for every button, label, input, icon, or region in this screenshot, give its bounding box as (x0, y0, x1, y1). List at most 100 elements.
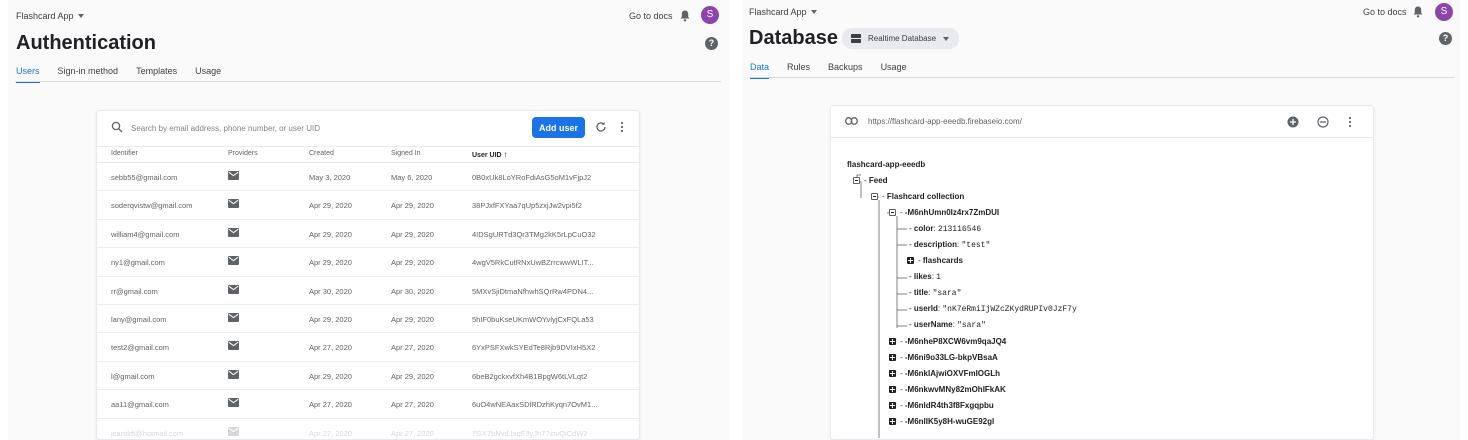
tree-field-flashcards[interactable]: - flashcards (918, 256, 963, 265)
refresh-icon[interactable] (595, 121, 607, 133)
tab-data[interactable]: Data (750, 62, 770, 79)
tree-node-root[interactable]: flashcard-app-eeedb (847, 160, 925, 169)
help-icon[interactable]: ? (1439, 32, 1452, 45)
go-to-docs-link[interactable]: Go to docs (1363, 7, 1407, 17)
collapse-toggle-icon[interactable] (871, 193, 878, 200)
column-user-uid[interactable]: User UID ↑ (472, 150, 508, 159)
row-uid: 6beB2gckxvfXh4B1BpgW6tLVLqt2 (472, 371, 588, 381)
tree-node-expanded-key[interactable]: - -M6nhUmn0Iz4rx7ZmDUI (900, 208, 999, 217)
expand-toggle-icon[interactable] (889, 354, 896, 361)
tree-field-title[interactable]: - title: "sara" (909, 288, 961, 298)
tab-usage[interactable]: Usage (881, 62, 907, 78)
tab-users[interactable]: Users (16, 66, 40, 83)
tree-node-key-label: -M6nlIK5y8H-wuGE92gl (904, 417, 995, 426)
tree-field-color[interactable]: - color: 213116546 (909, 224, 981, 234)
row-uid: 5hIF0buKseUKmWOYvlyjCxFQLa53 (472, 314, 594, 324)
field-value: 213116546 (937, 225, 982, 234)
tree-node-collection[interactable]: - Flashcard collection (882, 192, 964, 201)
database-url: https://flashcard-app-eeedb.firebaseio.c… (868, 117, 1022, 126)
tree-field-description[interactable]: - description: "test" (909, 240, 990, 250)
tab-rules[interactable]: Rules (787, 62, 810, 78)
tree-node-collapsed-key[interactable]: - -M6nlIK5y8H-wuGE92gl (900, 417, 994, 426)
tree-field-likes[interactable]: - likes: 1 (909, 272, 941, 282)
row-uid: 7GX7bNvd.IxqF3yJh7?ztvQiCdW2 (472, 428, 588, 438)
link-icon (845, 117, 858, 125)
page-title: Database (749, 27, 838, 49)
table-row[interactable]: lany@gmail.com Apr 29, 2020 Apr 29, 2020… (97, 305, 639, 334)
project-name: Flashcard App (16, 11, 74, 21)
column-identifier[interactable]: Identifier (111, 150, 138, 157)
column-created[interactable]: Created (309, 150, 334, 157)
row-signed-in: Apr 29, 2020 (391, 201, 434, 211)
row-signed-in: Apr 29, 2020 (391, 258, 434, 268)
add-user-button[interactable]: Add user (532, 117, 585, 138)
tab-usage[interactable]: Usage (195, 66, 221, 82)
collapse-toggle-icon[interactable] (889, 209, 896, 216)
expand-toggle-icon[interactable] (889, 418, 896, 425)
avatar[interactable]: S (1435, 3, 1453, 21)
table-row[interactable]: test2@gmail.com Apr 27, 2020 Apr 27, 202… (97, 333, 639, 362)
column-signed-in[interactable]: Signed In (391, 150, 421, 157)
tree-node-collapsed-key[interactable]: - -M6ni9o33LG-bkpVBsaA (900, 353, 998, 362)
table-row[interactable]: sebb55@gmail.com May 3, 2020 May 6, 2020… (97, 163, 639, 192)
table-row[interactable]: soderqvistw@gmail.com Apr 29, 2020 Apr 2… (97, 191, 639, 220)
tree-field-userid[interactable]: - userId: "nK7eRmiIjWZcZKydRUPIv0JzF7y (909, 304, 1077, 314)
avatar[interactable]: S (701, 6, 719, 24)
sort-arrow-up-icon: ↑ (503, 150, 508, 159)
field-key: userName (913, 320, 953, 329)
tree-node-collection-label: Flashcard collection (886, 192, 965, 201)
add-circle-icon[interactable] (1287, 116, 1299, 128)
row-uid: 38PJxfFXYaa7qUp5zxjJw2vpi5f2 (472, 201, 582, 211)
tree-node-collapsed-key[interactable]: - -M6nldR4th3f8Fxgqpbu (900, 401, 994, 410)
tree-field-username[interactable]: - userName: "sara" (909, 320, 986, 330)
go-to-docs-link[interactable]: Go to docs (629, 11, 673, 21)
email-provider-icon (228, 341, 239, 351)
tree-node-collapsed-key[interactable]: - -M6nheP8XCW6vm9qaJQ4 (900, 337, 1006, 346)
row-identifier: lany@gmail.com (111, 314, 167, 324)
tree-node-collapsed-key[interactable]: - -M6nkIAjwiOXVFmIOGLh (900, 369, 1000, 378)
bell-icon[interactable] (680, 10, 690, 22)
expand-toggle-icon[interactable] (907, 257, 914, 264)
table-row[interactable]: ny1@gmail.com Apr 29, 2020 Apr 29, 2020 … (97, 248, 639, 277)
project-selector[interactable]: Flashcard App (749, 7, 817, 17)
field-key: title (913, 288, 929, 297)
table-row[interactable]: aa11@gmail.com Apr 27, 2020 Apr 27, 2020… (97, 390, 639, 419)
field-value: "sara" (957, 321, 986, 330)
project-name: Flashcard App (749, 7, 807, 17)
expand-toggle-icon[interactable] (889, 338, 896, 345)
tab-sign-in-method[interactable]: Sign-in method (58, 66, 119, 82)
collapse-toggle-icon[interactable] (853, 177, 860, 184)
field-key: color (913, 224, 934, 233)
field-value: "test" (961, 241, 991, 250)
tree-node-collapsed-key[interactable]: - -M6nkwvMNy82mOhIFkAK (900, 385, 1006, 394)
row-created: Apr 29, 2020 (309, 314, 352, 324)
row-created: Apr 29, 2020 (309, 258, 352, 268)
table-row[interactable]: william4@gmail.com Apr 29, 2020 Apr 29, … (97, 220, 639, 249)
row-created: Apr 29, 2020 (309, 201, 352, 211)
help-icon[interactable]: ? (705, 37, 718, 50)
table-row[interactable]: rr@gmail.com Apr 30, 2020 Apr 30, 2020 5… (97, 277, 639, 305)
tab-backups[interactable]: Backups (828, 62, 863, 78)
row-created: Apr 27, 2020 (309, 428, 352, 438)
row-created: May 3, 2020 (309, 173, 351, 182)
expand-toggle-icon[interactable] (889, 402, 896, 409)
search-input[interactable] (131, 121, 511, 135)
table-row[interactable]: l@gmail.com Apr 29, 2020 Apr 29, 2020 6b… (97, 362, 639, 391)
more-vert-icon[interactable] (619, 121, 625, 133)
tab-templates[interactable]: Templates (136, 66, 177, 82)
database-selector[interactable]: Realtime Database (842, 28, 959, 49)
more-vert-icon[interactable] (1347, 116, 1353, 128)
row-uid: 4wgV5RkCutRNxUwBZrrcwwWLIT... (472, 258, 594, 268)
row-created: Apr 27, 2020 (309, 343, 352, 353)
tree-node-key-label: -M6nldR4th3f8Fxgqpbu (904, 401, 994, 410)
expand-toggle-icon[interactable] (889, 386, 896, 393)
database-tree: flashcard-app-eeedb - Feed - Flashcard c… (831, 138, 1373, 439)
tab-bar: Users Sign-in method Templates Usage (16, 66, 239, 83)
tree-node-feed[interactable]: - Feed (864, 176, 888, 185)
bell-icon[interactable] (1413, 6, 1423, 18)
project-selector[interactable]: Flashcard App (16, 11, 84, 21)
remove-circle-icon[interactable] (1317, 116, 1329, 128)
expand-toggle-icon[interactable] (889, 370, 896, 377)
table-row[interactable]: jcaroldt@hotmail.com Apr 27, 2020 Apr 27… (97, 419, 639, 439)
database-data-card: https://flashcard-app-eeedb.firebaseio.c… (830, 105, 1374, 440)
